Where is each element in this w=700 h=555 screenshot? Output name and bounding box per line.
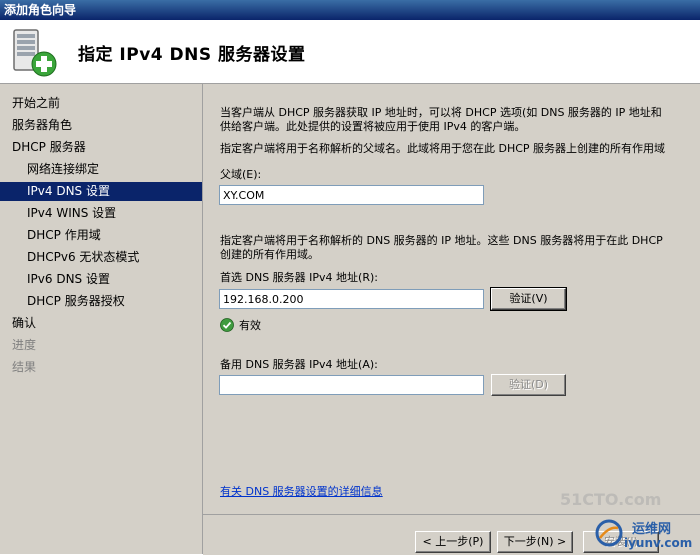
sidebar-item-dhcp-authorization[interactable]: DHCP 服务器授权 [0,292,202,311]
preferred-dns-input[interactable] [219,289,484,309]
wizard-sidebar: 开始之前 服务器角色 DHCP 服务器 网络连接绑定 IPv4 DNS 设置 I… [0,84,203,554]
sidebar-item-ipv4-wins[interactable]: IPv4 WINS 设置 [0,204,202,223]
parent-domain-label: 父域(E): [220,168,262,181]
alternate-dns-input[interactable] [219,375,484,395]
parent-domain-input[interactable] [219,185,484,205]
wizard-header: 指定 IPv4 DNS 服务器设置 [0,20,700,84]
watermark-text-yunwei: 运维网 [632,522,672,537]
sidebar-item-before-you-begin[interactable]: 开始之前 [0,94,202,113]
sidebar-item-ipv6-dns[interactable]: IPv6 DNS 设置 [0,270,202,289]
globe-logo-icon [595,519,623,547]
intro-text-line1: 当客户端从 DHCP 服务器获取 IP 地址时，可以将 DHCP 选项(如 DN… [220,106,662,119]
sidebar-item-server-roles[interactable]: 服务器角色 [0,116,202,135]
server-add-icon [13,29,57,77]
intro-text-line2: 供给客户端。此处提供的设置将被应用于使用 IPv4 的客户端。 [220,120,526,133]
watermark-text-iyunv: iyunv.com [624,536,693,550]
sidebar-item-ipv4-dns[interactable]: IPv4 DNS 设置 [0,182,202,201]
sidebar-item-dhcp-server[interactable]: DHCP 服务器 [0,138,202,157]
site-watermark: 51CTO.com 运维网 iyunv.com [550,484,700,554]
watermark-text-51cto: 51CTO.com [560,490,662,509]
sidebar-item-progress: 进度 [12,338,37,352]
page-title: 指定 IPv4 DNS 服务器设置 [78,45,306,65]
preferred-dns-label: 首选 DNS 服务器 IPv4 地址(R): [220,271,378,284]
sidebar-item-dhcp-scopes[interactable]: DHCP 作用域 [0,226,202,245]
sidebar-item-results: 结果 [12,360,37,374]
sidebar-item-confirmation[interactable]: 确认 [0,314,202,333]
parent-domain-description: 指定客户端将用于名称解析的父域名。此域将用于您在此 DHCP 服务器上创建的所有… [220,142,666,155]
sidebar-item-network-binding[interactable]: 网络连接绑定 [0,160,202,179]
sidebar-item-dhcpv6-stateless[interactable]: DHCPv6 无状态模式 [0,248,202,267]
wizard-content: 当客户端从 DHCP 服务器获取 IP 地址时，可以将 DHCP 选项(如 DN… [203,84,700,514]
window-title-bar: 添加角色向导 [0,0,700,20]
dns-description-line1: 指定客户端将用于名称解析的 DNS 服务器的 IP 地址。这些 DNS 服务器将… [220,234,663,247]
back-button[interactable]: < 上一步(P) [415,531,491,553]
more-info-link[interactable]: 有关 DNS 服务器设置的详细信息 [220,483,383,499]
validate-preferred-button[interactable]: 验证(V) [490,287,567,311]
validation-status: 有效 [239,319,261,332]
check-circle-icon [220,318,234,332]
validate-alternate-button: 验证(D) [491,374,566,396]
window-title: 添加角色向导 [4,3,77,17]
dns-description-line2: 创建的所有作用域。 [220,248,319,261]
alternate-dns-label: 备用 DNS 服务器 IPv4 地址(A): [220,358,378,371]
